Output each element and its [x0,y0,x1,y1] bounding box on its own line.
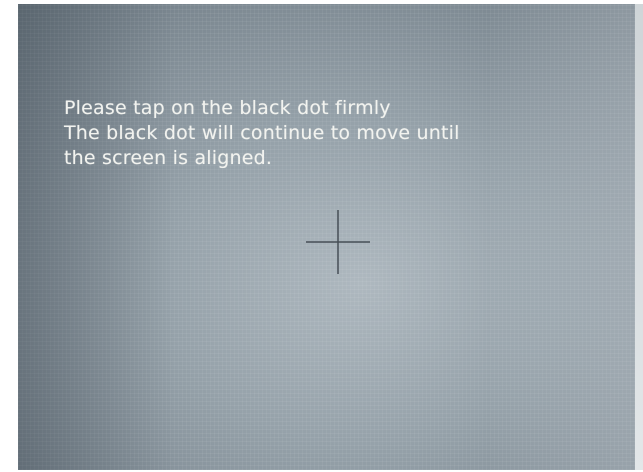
instruction-line-3: the screen is aligned. [64,147,273,169]
screen-edge [635,4,643,470]
calibration-screen[interactable]: Please tap on the black dot firmly The b… [18,4,643,470]
calibration-instructions: Please tap on the black dot firmly The b… [64,96,460,171]
crosshair-icon[interactable] [306,210,370,274]
instruction-line-1: Please tap on the black dot firmly [64,97,391,119]
instruction-line-2: The black dot will continue to move unti… [64,122,460,144]
crosshair-vertical-line [337,210,339,274]
